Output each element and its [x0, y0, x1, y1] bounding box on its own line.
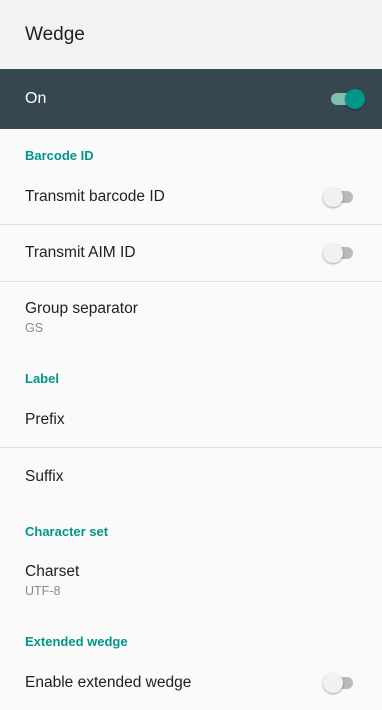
- pref-suffix[interactable]: Suffix: [0, 448, 382, 505]
- switch-thumb: [323, 243, 343, 263]
- pref-title: Group separator: [25, 299, 138, 317]
- pref-title: Charset: [25, 562, 80, 580]
- pref-prefix[interactable]: Prefix: [0, 392, 382, 447]
- pref-transmit-barcode-id[interactable]: Transmit barcode ID: [0, 169, 382, 224]
- pref-title: Enable extended wedge: [25, 673, 192, 691]
- pref-title: Suffix: [25, 467, 64, 485]
- switch-thumb: [345, 89, 365, 109]
- master-switch-bar[interactable]: On: [0, 69, 382, 129]
- transmit-barcode-id-switch[interactable]: [323, 186, 357, 207]
- master-toggle-switch[interactable]: [331, 89, 365, 109]
- app-bar: Wedge: [0, 0, 382, 69]
- pref-enable-extended-wedge[interactable]: Enable extended wedge: [0, 655, 382, 710]
- pref-title: Transmit barcode ID: [25, 187, 165, 205]
- pref-title: Transmit AIM ID: [25, 244, 136, 261]
- page-title: Wedge: [25, 23, 85, 45]
- transmit-aim-id-switch[interactable]: [323, 243, 357, 263]
- pref-summary: UTF-8: [25, 583, 61, 598]
- pref-group-separator[interactable]: Group separator GS: [0, 282, 382, 352]
- category-extended-wedge: Extended wedge: [25, 634, 128, 649]
- pref-transmit-aim-id[interactable]: Transmit AIM ID: [0, 225, 382, 281]
- category-label: Label: [25, 371, 59, 386]
- category-barcode-id: Barcode ID: [25, 148, 94, 163]
- pref-charset[interactable]: Charset UTF-8: [0, 545, 382, 615]
- pref-summary: GS: [25, 320, 44, 335]
- master-switch-label: On: [25, 90, 47, 107]
- switch-thumb: [323, 186, 343, 207]
- pref-title: Prefix: [25, 410, 65, 428]
- category-character-set: Character set: [25, 524, 109, 539]
